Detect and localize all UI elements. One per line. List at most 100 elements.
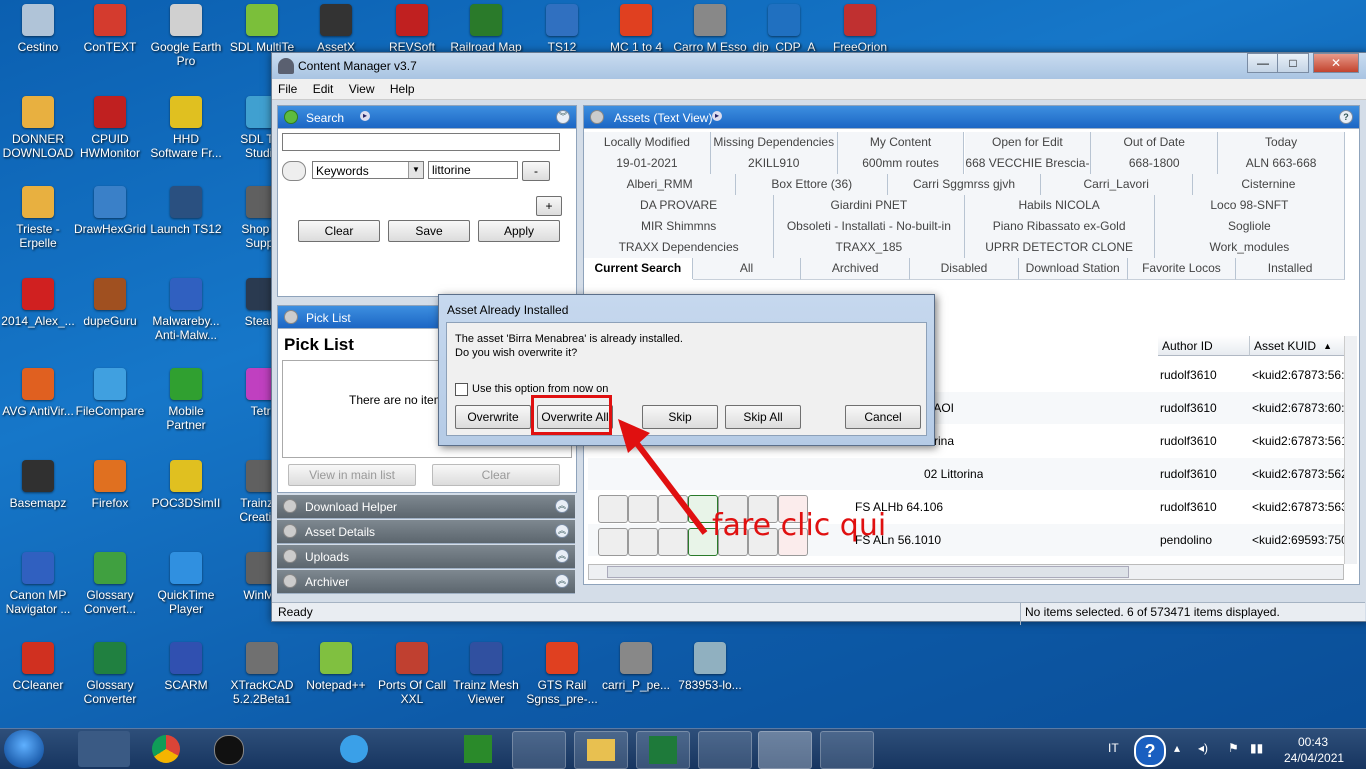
assets-header[interactable]: Assets (Text View) ▸ ?	[584, 106, 1359, 129]
overwrite-button[interactable]: Overwrite	[455, 405, 531, 429]
search-header[interactable]: Search ▸ ︾	[278, 106, 576, 129]
filter-tab[interactable]: Box Ettore (36)	[736, 174, 889, 196]
filter-tab[interactable]: Work_modules	[1154, 237, 1345, 259]
filter-tab[interactable]: MIR Shimmns	[584, 216, 775, 238]
desktop-icon[interactable]: XTrackCAD 5.2.2Beta1	[224, 642, 300, 706]
filter-tab[interactable]: Current Search	[584, 258, 693, 279]
add-filter-button[interactable]: +	[536, 196, 562, 216]
maximize-button[interactable]: □	[1277, 53, 1309, 73]
desktop-icon[interactable]: POC3DSimII	[148, 460, 224, 510]
desktop-icon[interactable]: carri_P_pe...	[598, 642, 674, 692]
desktop-icon[interactable]: FileCompare	[72, 368, 148, 418]
expand-icon[interactable]: ︽	[555, 549, 569, 563]
desktop-icon[interactable]: FreeOrion	[822, 4, 898, 54]
tray-expand-icon[interactable]: ▴	[1174, 741, 1180, 755]
taskbar-app-icon[interactable]	[698, 731, 752, 769]
taskbar-feather-icon[interactable]	[512, 731, 566, 769]
desktop-icon[interactable]: Basemapz	[0, 460, 76, 510]
taskbar-ie-icon[interactable]	[328, 731, 380, 767]
flag-icon[interactable]: ⚑	[1228, 741, 1239, 755]
filter-tab[interactable]: Alberi_RMM	[584, 174, 737, 196]
use-option-checkbox[interactable]	[455, 383, 468, 396]
expand-icon[interactable]: ︽	[555, 499, 569, 513]
title-bar[interactable]: Content Manager v3.7 — □ ✕	[272, 53, 1366, 79]
vertical-scrollbar[interactable]	[1344, 336, 1357, 564]
desktop-icon[interactable]: Mobile Partner	[148, 368, 224, 432]
desktop-icon[interactable]: Notepad++	[298, 642, 374, 692]
help-icon[interactable]: ?	[1339, 110, 1353, 124]
apply-search-button[interactable]: Apply	[478, 220, 560, 242]
filter-tab[interactable]: Open for Edit	[964, 132, 1092, 154]
collapse-icon[interactable]: ︾	[556, 110, 570, 124]
close-button[interactable]: ✕	[1313, 53, 1359, 73]
desktop-icon[interactable]: AVG AntiVir...	[0, 368, 76, 418]
desktop-icon[interactable]: Firefox	[72, 460, 148, 510]
remove-filter-button[interactable]: -	[522, 161, 550, 181]
filter-tab[interactable]: 19-01-2021	[584, 153, 711, 175]
desktop-icon[interactable]: DrawHexGrid	[72, 186, 148, 236]
horizontal-scrollbar[interactable]	[588, 564, 1344, 580]
filter-tab[interactable]: Favorite Locos	[1127, 258, 1237, 280]
taskbar-explorer-icon[interactable]	[574, 731, 628, 769]
filter-tab[interactable]: Download Station	[1018, 258, 1128, 280]
collapsed-panel-header[interactable]: Asset Details ︽	[277, 520, 575, 544]
filter-tab[interactable]: UPRR DETECTOR CLONE	[964, 237, 1155, 259]
menu-help[interactable]: Help	[384, 79, 421, 99]
filter-tab[interactable]: Sogliole	[1154, 216, 1345, 238]
filter-tab[interactable]: Obsoleti - Installati - No-built-in	[774, 216, 965, 238]
column-author-id[interactable]: Author ID	[1158, 336, 1250, 356]
cancel-button[interactable]: Cancel	[845, 405, 921, 429]
view-in-main-list-button[interactable]: View in main list	[288, 464, 416, 486]
filter-tab[interactable]: Carri_Lavori	[1040, 174, 1193, 196]
filter-tab[interactable]: Today	[1218, 132, 1345, 154]
filter-tab[interactable]: Piano Ribassato ex-Gold	[964, 216, 1155, 238]
filter-tab[interactable]: 600mm routes	[837, 153, 965, 175]
desktop-icon[interactable]: CPUID HWMonitor	[72, 96, 148, 160]
collapsed-panel-header[interactable]: Uploads ︽	[277, 545, 575, 569]
filter-tab[interactable]: 2KILL910	[710, 153, 838, 175]
volume-icon[interactable]: ◂)	[1198, 741, 1208, 755]
taskbar-app2-icon[interactable]	[820, 731, 874, 769]
filter-tab[interactable]: DA PROVARE	[584, 195, 775, 217]
desktop-icon[interactable]: Trainz Mesh Viewer	[448, 642, 524, 706]
desktop-icon[interactable]: Trieste - Erpelle	[0, 186, 76, 250]
desktop-icon[interactable]: QuickTime Player	[148, 552, 224, 616]
desktop-icon[interactable]: Canon MP Navigator ...	[0, 552, 76, 616]
desktop-icon[interactable]: AssetX	[298, 4, 374, 54]
clock-time[interactable]: 00:43	[1298, 735, 1328, 749]
picklist-clear-button[interactable]: Clear	[432, 464, 560, 486]
desktop-icon[interactable]: Google Earth Pro	[148, 4, 224, 68]
search-text-input[interactable]	[282, 133, 560, 151]
desktop-icon[interactable]: REVSoft	[374, 4, 450, 54]
skip-all-button[interactable]: Skip All	[725, 405, 801, 429]
filter-tab[interactable]: 668 VECCHIE Brescia-Iseo	[964, 153, 1092, 191]
arrow-right-icon[interactable]: ▸	[712, 111, 722, 121]
start-button[interactable]	[4, 730, 44, 768]
filter-value-input[interactable]	[428, 161, 518, 179]
taskbar-far-icon[interactable]	[452, 731, 504, 767]
desktop-icon[interactable]: Railroad Map	[448, 4, 524, 54]
menu-file[interactable]: File	[272, 79, 303, 99]
filter-type-select[interactable]: Keywords ▼	[312, 161, 424, 179]
desktop-icon[interactable]: Launch TS12	[148, 186, 224, 236]
scroll-thumb[interactable]	[607, 566, 1129, 578]
desktop-icon[interactable]: Ports Of Call XXL	[374, 642, 450, 706]
taskbar-content-manager-icon[interactable]	[758, 731, 812, 769]
remove-filter-icon[interactable]	[282, 161, 306, 181]
desktop-icon[interactable]: TS12	[524, 4, 600, 54]
expand-icon[interactable]: ︽	[555, 574, 569, 588]
desktop-icon[interactable]: Cestino	[0, 4, 76, 54]
filter-tab[interactable]: Locally Modified	[584, 132, 711, 154]
expand-icon[interactable]: ︽	[555, 524, 569, 538]
filter-tab[interactable]: All	[692, 258, 802, 280]
network-icon[interactable]: ▮▮	[1250, 741, 1263, 755]
clear-search-button[interactable]: Clear	[298, 220, 380, 242]
filter-tab[interactable]: 668-1800	[1091, 153, 1219, 175]
filter-tab[interactable]: TRAXX_185	[774, 237, 965, 259]
arrow-right-icon[interactable]: ▸	[360, 111, 370, 121]
desktop-icon[interactable]: 783953-lo...	[672, 642, 748, 692]
desktop-icon[interactable]: dupeGuru	[72, 278, 148, 328]
taskbar-glossary-icon[interactable]	[636, 731, 690, 769]
desktop-icon[interactable]: 2014_Alex_...	[0, 278, 76, 328]
filter-tab[interactable]: Out of Date	[1091, 132, 1219, 154]
